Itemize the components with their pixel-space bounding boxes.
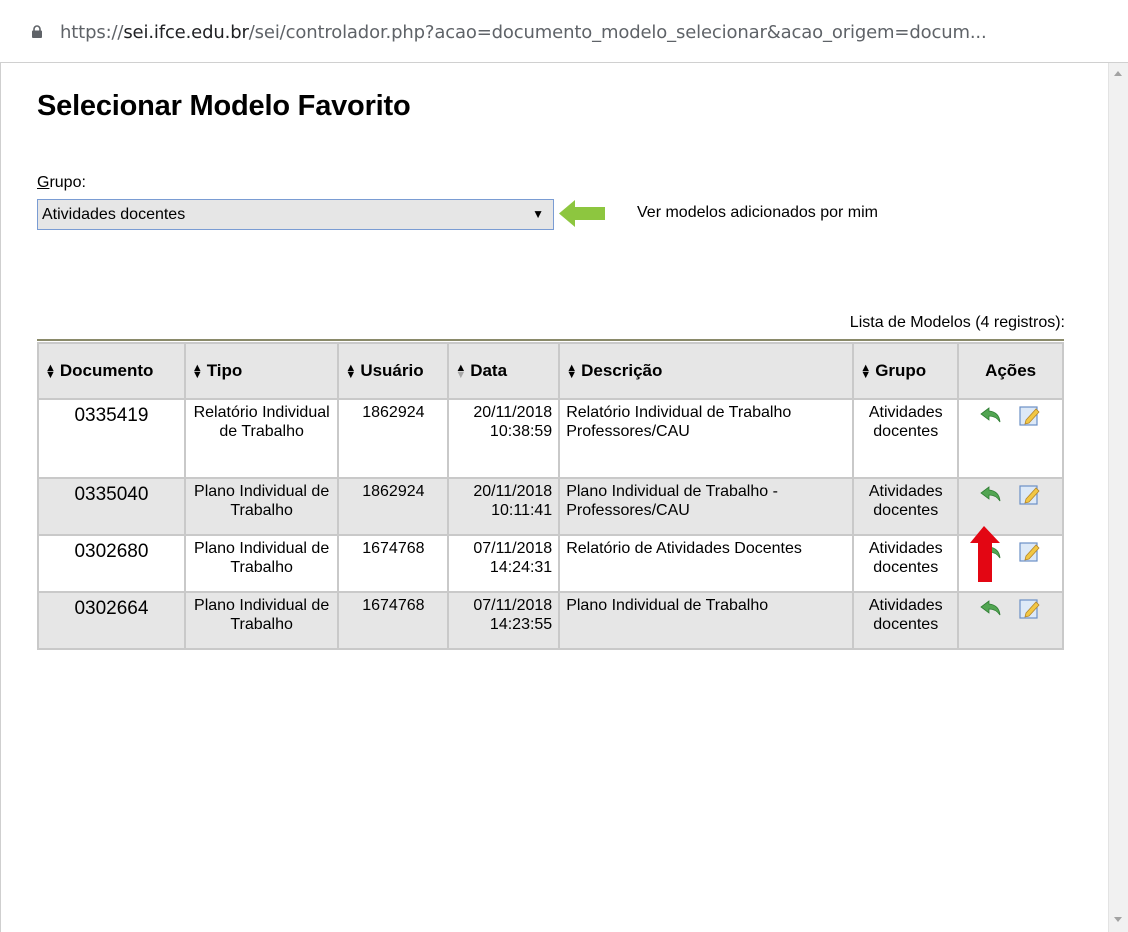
cell-acoes xyxy=(957,591,1064,650)
cell-time: 10:11:41 xyxy=(491,502,553,519)
ver-modelos-link[interactable]: Ver modelos adicionados por mim xyxy=(637,204,878,222)
grupo-label: Grupo: xyxy=(37,174,86,192)
cell-usuario: 1674768 xyxy=(337,591,450,650)
header-descricao[interactable]: ▲ ▼ Descrição xyxy=(558,342,855,400)
cell-documento[interactable]: 0335040 xyxy=(37,477,186,536)
header-acoes: Ações xyxy=(957,342,1064,400)
table-row: 0302680 Plano Individual de Trabalho 167… xyxy=(37,534,1064,593)
header-documento[interactable]: ▲ ▼ Documento xyxy=(37,342,186,400)
cell-grupo: Atividades docentes xyxy=(852,477,960,536)
select-model-icon[interactable] xyxy=(980,484,1002,504)
table-row: 0335419 Relatório Individual de Trabalho… xyxy=(37,398,1064,479)
header-tipo-label: Tipo xyxy=(206,361,243,380)
sort-icon[interactable]: ▲ ▼ xyxy=(455,362,466,380)
cell-data: 07/11/2018 14:24:31 xyxy=(447,534,561,593)
models-table: ▲ ▼ Documento ▲ ▼ Tipo ▲ ▼ Usuário ▲ ▼ Data ▲ ▼ De… xyxy=(37,342,1064,650)
select-model-icon[interactable] xyxy=(980,598,1002,618)
window-left-border xyxy=(0,63,1,932)
cell-grupo: Atividades docentes xyxy=(852,534,960,593)
cell-documento[interactable]: 0302680 xyxy=(37,534,186,593)
sort-icon[interactable]: ▲ ▼ xyxy=(192,362,203,380)
cell-grupo: Atividades docentes xyxy=(852,591,960,650)
cell-descricao: Relatório Individual de Trabalho Profess… xyxy=(558,398,855,479)
cell-data: 20/11/2018 10:38:59 xyxy=(447,398,561,479)
url-scheme: https:// xyxy=(60,22,124,43)
cell-time: 14:23:55 xyxy=(489,616,553,633)
grupo-label-text: rupo: xyxy=(49,174,86,191)
scroll-up-icon[interactable] xyxy=(1114,71,1122,76)
select-model-icon[interactable] xyxy=(980,405,1002,425)
cell-date: 07/11/2018 xyxy=(473,540,553,557)
green-arrow-icon xyxy=(559,200,605,227)
cell-descricao: Relatório de Atividades Docentes xyxy=(558,534,855,593)
table-header-row: ▲ ▼ Documento ▲ ▼ Tipo ▲ ▼ Usuário ▲ ▼ Data ▲ ▼ De… xyxy=(37,342,1064,400)
table-caption: Lista de Modelos (4 registros): xyxy=(849,314,1065,331)
header-usuario[interactable]: ▲ ▼ Usuário xyxy=(337,342,450,400)
header-data[interactable]: ▲ ▼ Data xyxy=(447,342,561,400)
cell-grupo: Atividades docentes xyxy=(852,398,960,479)
sort-icon[interactable]: ▲ ▼ xyxy=(45,362,56,380)
header-grupo[interactable]: ▲ ▼ Grupo xyxy=(852,342,960,400)
grupo-label-accesskey: G xyxy=(37,174,50,191)
cell-tipo: Relatório Individual de Trabalho xyxy=(183,398,340,479)
cell-documento[interactable]: 0335419 xyxy=(37,398,186,479)
cell-descricao: Plano Individual de Trabalho - Professor… xyxy=(558,477,855,536)
cell-usuario: 1862924 xyxy=(337,477,450,536)
cell-acoes xyxy=(957,398,1064,479)
vertical-scrollbar[interactable] xyxy=(1108,63,1128,932)
table-row: 0335040 Plano Individual de Trabalho 186… xyxy=(37,477,1064,536)
cell-time: 10:38:59 xyxy=(489,423,553,440)
cell-data: 20/11/2018 10:11:41 xyxy=(447,477,561,536)
page-title: Selecionar Modelo Favorito xyxy=(37,90,411,122)
cell-usuario: 1862924 xyxy=(337,398,450,479)
grupo-select[interactable]: Atividades docentes ▼ xyxy=(37,199,554,230)
cell-data: 07/11/2018 14:23:55 xyxy=(447,591,561,650)
sort-icon[interactable]: ▲ ▼ xyxy=(345,362,356,380)
url-text[interactable]: https://sei.ifce.edu.br/sei/controlador.… xyxy=(60,22,987,43)
cell-date: 20/11/2018 xyxy=(473,404,553,421)
header-descricao-label: Descrição xyxy=(581,361,663,380)
cell-date: 20/11/2018 xyxy=(473,483,553,500)
sort-icon[interactable]: ▲ ▼ xyxy=(860,362,871,380)
table-row: 0302664 Plano Individual de Trabalho 167… xyxy=(37,591,1064,650)
grupo-select-value: Atividades docentes xyxy=(42,206,186,223)
chevron-down-icon: ▼ xyxy=(532,207,544,221)
url-path: /sei/controlador.php?acao=documento_mode… xyxy=(248,22,987,43)
url-domain: sei.ifce.edu.br xyxy=(123,22,249,43)
header-tipo[interactable]: ▲ ▼ Tipo xyxy=(183,342,340,400)
scroll-down-icon[interactable] xyxy=(1114,917,1122,922)
edit-note-icon[interactable] xyxy=(1019,484,1041,506)
cell-descricao: Plano Individual de Trabalho xyxy=(558,591,855,650)
cell-usuario: 1674768 xyxy=(337,534,450,593)
cell-tipo: Plano Individual de Trabalho xyxy=(183,534,340,593)
header-grupo-label: Grupo xyxy=(875,361,927,380)
header-documento-label: Documento xyxy=(59,361,154,380)
header-usuario-label: Usuário xyxy=(360,361,424,380)
cell-tipo: Plano Individual de Trabalho xyxy=(183,591,340,650)
caption-divider xyxy=(37,339,1064,341)
address-bar[interactable]: https://sei.ifce.edu.br/sei/controlador.… xyxy=(0,0,1128,63)
red-arrow-icon xyxy=(970,526,1000,582)
edit-note-icon[interactable] xyxy=(1019,598,1041,620)
cell-date: 07/11/2018 xyxy=(473,597,553,614)
lock-icon xyxy=(32,25,42,38)
cell-documento[interactable]: 0302664 xyxy=(37,591,186,650)
cell-tipo: Plano Individual de Trabalho xyxy=(183,477,340,536)
header-data-label: Data xyxy=(470,361,508,380)
edit-note-icon[interactable] xyxy=(1019,405,1041,427)
cell-time: 14:24:31 xyxy=(489,559,553,576)
sort-icon[interactable]: ▲ ▼ xyxy=(566,362,577,380)
